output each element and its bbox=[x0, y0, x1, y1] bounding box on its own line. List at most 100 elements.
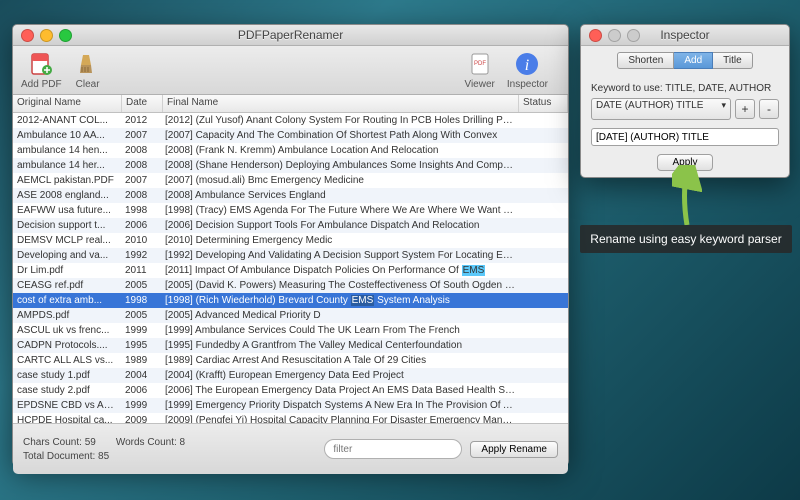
table-row[interactable]: case study 1.pdf2004[2004] (Krafft) Euro… bbox=[13, 368, 568, 383]
table-row[interactable]: 2012-ANANT COL...2012[2012] (Zul Yusof) … bbox=[13, 113, 568, 128]
table-row[interactable]: Decision support t...2006[2006] Decision… bbox=[13, 218, 568, 233]
table-row[interactable]: CARTC ALL ALS vs...1989[1989] Cardiac Ar… bbox=[13, 353, 568, 368]
col-status[interactable]: Status bbox=[519, 95, 568, 112]
table-row[interactable]: EAFWW usa future...1998[1998] (Tracy) EM… bbox=[13, 203, 568, 218]
svg-text:i: i bbox=[525, 57, 529, 74]
table-row[interactable]: ambulance 14 hen...2008[2008] (Frank N. … bbox=[13, 143, 568, 158]
filter-input[interactable] bbox=[324, 439, 462, 459]
table: Original Name Date Final Name Status 201… bbox=[13, 95, 568, 424]
viewer-button[interactable]: PDF Viewer bbox=[464, 50, 494, 90]
cell-date: 1998 bbox=[121, 204, 161, 217]
cell-date: 1992 bbox=[121, 249, 161, 262]
pdf-viewer-icon: PDF bbox=[466, 50, 494, 78]
add-pdf-icon bbox=[27, 50, 55, 78]
format-select[interactable]: DATE (AUTHOR) TITLE bbox=[591, 98, 731, 120]
cell-date: 1995 bbox=[121, 339, 161, 352]
titlebar[interactable]: PDFPaperRenamer bbox=[13, 25, 568, 46]
table-row[interactable]: AEMCL pakistan.PDF2007[2007] (mosud.ali)… bbox=[13, 173, 568, 188]
cell-original: AEMCL pakistan.PDF bbox=[13, 174, 121, 187]
words-count: Words Count: 8 bbox=[116, 437, 185, 448]
tab-shorten[interactable]: Shorten bbox=[617, 52, 674, 69]
cell-original: case study 1.pdf bbox=[13, 369, 121, 382]
table-row[interactable]: EPDSNE CBD vs AM...1999[1999] Emergency … bbox=[13, 398, 568, 413]
cell-final: [2007] (mosud.ali) Bmc Emergency Medicin… bbox=[161, 174, 520, 187]
apply-rename-button[interactable]: Apply Rename bbox=[470, 441, 558, 458]
window-title: PDFPaperRenamer bbox=[13, 28, 568, 42]
cell-date: 2005 bbox=[121, 309, 161, 322]
cell-final: [1999] Emergency Priority Dispatch Syste… bbox=[161, 399, 520, 412]
table-row[interactable]: CEASG ref.pdf2005[2005] (David K. Powers… bbox=[13, 278, 568, 293]
cell-date: 2006 bbox=[121, 219, 161, 232]
col-original[interactable]: Original Name bbox=[13, 95, 122, 112]
cell-date: 1989 bbox=[121, 354, 161, 367]
cell-status bbox=[520, 390, 568, 392]
table-row[interactable]: CADPN Protocols....1995[1995] Fundedby A… bbox=[13, 338, 568, 353]
inspector-window: Inspector Shorten Add Title Keyword to u… bbox=[580, 24, 790, 178]
table-row[interactable]: HCPDE Hospital ca...2009[2009] (Pengfei … bbox=[13, 413, 568, 424]
table-body[interactable]: 2012-ANANT COL...2012[2012] (Zul Yusof) … bbox=[13, 113, 568, 424]
inspector-tabs: Shorten Add Title bbox=[581, 46, 789, 75]
cell-status bbox=[520, 255, 568, 257]
cell-final: [2008] (Shane Henderson) Deploying Ambul… bbox=[161, 159, 520, 172]
cell-original: cost of extra amb... bbox=[13, 294, 121, 307]
cell-status bbox=[520, 375, 568, 377]
cell-status bbox=[520, 210, 568, 212]
cell-final: [2012] (Zul Yusof) Anant Colony System F… bbox=[161, 114, 520, 127]
cell-date: 2007 bbox=[121, 129, 161, 142]
table-row[interactable]: case study 2.pdf2006[2006] The European … bbox=[13, 383, 568, 398]
cell-date: 2008 bbox=[121, 159, 161, 172]
tab-add[interactable]: Add bbox=[674, 52, 713, 69]
table-row[interactable]: DEMSV MCLP real...2010[2010] Determining… bbox=[13, 233, 568, 248]
cell-date: 2004 bbox=[121, 369, 161, 382]
cell-date: 2010 bbox=[121, 234, 161, 247]
format-input[interactable] bbox=[591, 128, 779, 146]
add-pdf-button[interactable]: Add PDF bbox=[21, 50, 62, 90]
cell-status bbox=[520, 330, 568, 332]
toolbar: Add PDF Clear PDF Viewer i Inspector bbox=[13, 46, 568, 95]
table-header: Original Name Date Final Name Status bbox=[13, 95, 568, 113]
add-pdf-label: Add PDF bbox=[21, 79, 62, 90]
cell-status bbox=[520, 300, 568, 302]
table-row[interactable]: ASE 2008 england...2008[2008] Ambulance … bbox=[13, 188, 568, 203]
cell-status bbox=[520, 120, 568, 122]
cell-original: DEMSV MCLP real... bbox=[13, 234, 121, 247]
brush-icon bbox=[74, 50, 102, 78]
table-row[interactable]: ambulance 14 her...2008[2008] (Shane Hen… bbox=[13, 158, 568, 173]
clear-button[interactable]: Clear bbox=[74, 50, 102, 90]
cell-status bbox=[520, 270, 568, 272]
inspector-titlebar[interactable]: Inspector bbox=[581, 25, 789, 46]
total-documents: Total Document: 85 bbox=[23, 451, 109, 462]
cell-final: [2007] Capacity And The Combination Of S… bbox=[161, 129, 520, 142]
cell-final: [1992] Developing And Validating A Decis… bbox=[161, 249, 520, 262]
table-row[interactable]: ASCUL uk vs frenc...1999[1999] Ambulance… bbox=[13, 323, 568, 338]
table-row[interactable]: Dr Lim.pdf2011[2011] Impact Of Ambulance… bbox=[13, 263, 568, 278]
table-row[interactable]: Developing and va...1992[1992] Developin… bbox=[13, 248, 568, 263]
plus-button[interactable]: + bbox=[735, 99, 755, 119]
inspector-apply-button[interactable]: Apply bbox=[657, 154, 712, 171]
cell-original: HCPDE Hospital ca... bbox=[13, 414, 121, 424]
inspector-button[interactable]: i Inspector bbox=[507, 50, 548, 90]
col-date[interactable]: Date bbox=[122, 95, 163, 112]
cell-final: [1999] Ambulance Services Could The UK L… bbox=[161, 324, 520, 337]
cell-final: [2004] (Krafft) European Emergency Data … bbox=[161, 369, 520, 382]
cell-final: [1989] Cardiac Arrest And Resuscitation … bbox=[161, 354, 520, 367]
table-row[interactable]: Ambulance 10 AA...2007[2007] Capacity An… bbox=[13, 128, 568, 143]
cell-status bbox=[520, 420, 568, 422]
cell-original: EPDSNE CBD vs AM... bbox=[13, 399, 121, 412]
table-row[interactable]: AMPDS.pdf2005[2005] Advanced Medical Pri… bbox=[13, 308, 568, 323]
table-row[interactable]: cost of extra amb...1998[1998] (Rich Wie… bbox=[13, 293, 568, 308]
cell-original: case study 2.pdf bbox=[13, 384, 121, 397]
cell-final: [2008] Ambulance Services England bbox=[161, 189, 520, 202]
cell-final: [2009] (Pengfei Yi) Hospital Capacity Pl… bbox=[161, 414, 520, 424]
keyword-label: Keyword to use: TITLE, DATE, AUTHOR bbox=[591, 83, 779, 94]
cell-status bbox=[520, 135, 568, 137]
minus-button[interactable]: - bbox=[759, 99, 779, 119]
cell-date: 2012 bbox=[121, 114, 161, 127]
cell-final: [1998] (Rich Wiederhold) Brevard County … bbox=[161, 294, 520, 307]
cell-original: Decision support t... bbox=[13, 219, 121, 232]
inspector-title: Inspector bbox=[581, 28, 789, 42]
cell-status bbox=[520, 195, 568, 197]
tab-title[interactable]: Title bbox=[713, 52, 753, 69]
col-final[interactable]: Final Name bbox=[163, 95, 519, 112]
chars-count: Chars Count: 59 bbox=[23, 437, 96, 448]
